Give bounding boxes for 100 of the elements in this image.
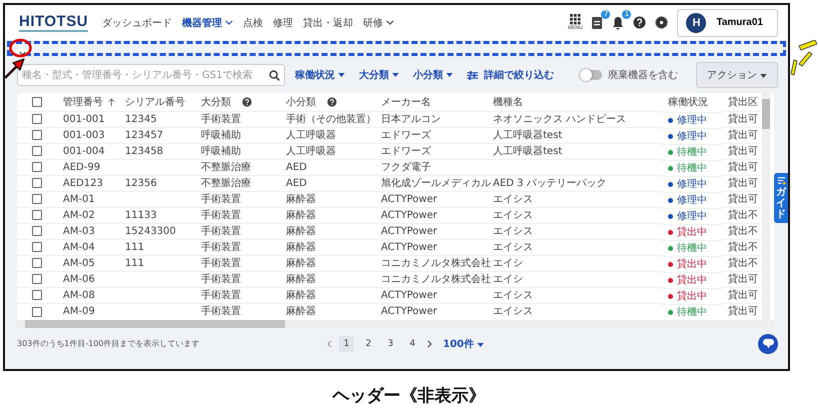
bell-icon[interactable] <box>612 16 624 30</box>
row-checkbox[interactable] <box>32 178 42 188</box>
row-checkbox[interactable] <box>32 146 42 156</box>
document-icon[interactable] <box>591 16 604 30</box>
status-text: 修理中 <box>677 194 707 206</box>
table-cell: 貸出可 <box>728 178 758 189</box>
table-cell: エイシス <box>493 242 533 253</box>
table-cell: 貸出可 <box>728 162 758 173</box>
next-page-icon[interactable] <box>427 340 432 348</box>
row-checkbox[interactable] <box>32 130 42 140</box>
page-size-dropdown[interactable]: 100件 <box>439 336 484 350</box>
table-cell: 手術装置 <box>201 306 241 318</box>
filter-dropdown[interactable]: 稼働状況 <box>291 68 349 82</box>
table-cell: 111 <box>125 258 144 269</box>
table-cell: 貸出可 <box>728 274 758 285</box>
caret-icon <box>392 73 399 77</box>
table-cell: ACTYPower <box>381 290 438 301</box>
row-checkbox[interactable] <box>32 274 42 284</box>
table-cell: AM-09 <box>63 306 95 318</box>
table-cell: AED <box>286 178 307 189</box>
table-cell: 手術（その他装置） <box>286 114 376 125</box>
table-cell: 111 <box>125 242 144 253</box>
table-cell: 手術装置 <box>201 274 241 285</box>
filter-dropdown[interactable]: 大分類 <box>355 68 403 82</box>
column-header[interactable]: 小分類 <box>286 95 316 109</box>
search-field[interactable]: 種名・型式・管理番号・シリアル番号・GS1で検索 <box>17 64 285 86</box>
row-checkbox[interactable] <box>32 290 42 300</box>
chat-button[interactable] <box>758 334 778 354</box>
table-cell: エイシス <box>493 194 533 205</box>
page-button[interactable]: 3 <box>383 336 398 352</box>
table-cell: 人工呼吸器 <box>286 130 336 141</box>
filter-dropdown[interactable]: 小分類 <box>409 68 457 82</box>
table-cell: 人工呼吸器 <box>286 146 336 157</box>
table-cell: エイシス <box>493 306 533 318</box>
table-cell: 貸出不 <box>728 258 758 269</box>
column-header[interactable]: 貸出区 <box>728 95 758 109</box>
table-cell: ACTYPower <box>381 242 438 253</box>
table-cell: フクダ電子 <box>381 162 431 173</box>
row-checkbox[interactable] <box>32 194 42 204</box>
row-checkbox[interactable] <box>32 226 42 236</box>
page-button[interactable]: 4 <box>405 336 420 352</box>
nav-item[interactable]: 貸出・返却 <box>303 16 354 30</box>
action-dropdown[interactable]: アクション <box>696 62 778 88</box>
column-header[interactable]: 稼働状況 <box>668 95 708 110</box>
help-icon[interactable] <box>242 97 252 107</box>
sort-arrow-icon[interactable] <box>108 98 115 106</box>
nav-item[interactable]: 修理 <box>273 16 294 30</box>
result-summary: 303件のうち1件目-100件目までを表示しています <box>17 338 201 349</box>
table-cell: 日本アルコン <box>381 114 441 125</box>
previous-page-icon[interactable] <box>327 340 332 348</box>
status-text: 修理中 <box>677 114 707 126</box>
caret-icon <box>760 74 767 78</box>
nav-item[interactable]: ダッシュボード <box>102 16 172 30</box>
table-cell: 123457 <box>125 130 164 141</box>
caret-icon <box>477 342 484 346</box>
table-cell: 手術装置 <box>201 226 241 237</box>
row-checkbox[interactable] <box>32 162 42 172</box>
settings-icon[interactable] <box>655 16 668 29</box>
nav-item[interactable]: 点検 <box>243 16 264 30</box>
table-cell: AM-05 <box>63 258 95 269</box>
table-cell: 呼吸補助 <box>201 130 241 141</box>
table-cell: エイシ <box>493 274 523 285</box>
status-text: 貸出中 <box>677 226 707 238</box>
page-button[interactable]: 2 <box>361 336 376 352</box>
nav-item[interactable]: 研修 <box>363 16 394 30</box>
row-checkbox[interactable] <box>32 210 42 220</box>
table-cell: 11133 <box>125 210 157 221</box>
select-all-checkbox[interactable] <box>32 96 42 107</box>
status-text: 待機中 <box>677 242 707 254</box>
row-checkbox[interactable] <box>32 114 42 124</box>
row-checkbox[interactable] <box>32 242 42 252</box>
column-header[interactable]: 機種名 <box>493 95 523 109</box>
vertical-scrollbar[interactable] <box>762 93 770 320</box>
status-text: 貸出中 <box>677 290 707 302</box>
table-cell: AED123 <box>63 178 103 189</box>
column-header[interactable]: 大分類 <box>201 95 231 109</box>
column-header[interactable]: 管理番号 <box>63 95 103 109</box>
table-cell: 貸出可 <box>728 306 758 318</box>
horizontal-scrollbar[interactable] <box>17 320 774 328</box>
table-cell: 不整脈治療 <box>201 178 251 189</box>
help-icon[interactable] <box>327 97 337 107</box>
table-cell: 麻酔器 <box>286 242 316 253</box>
column-header[interactable]: シリアル番号 <box>125 95 185 109</box>
page-button[interactable]: 1 <box>339 336 354 352</box>
row-checkbox[interactable] <box>32 306 42 317</box>
table-cell: 貸出不 <box>728 226 758 237</box>
table-cell: 人工呼吸器test <box>493 146 562 157</box>
table-cell: 貸出不 <box>728 210 758 221</box>
table-cell: エイシス <box>493 290 533 301</box>
advanced-filter-button[interactable]: 詳細で絞り込む <box>463 68 558 82</box>
grid-icon <box>570 14 581 25</box>
help-icon[interactable] <box>633 16 646 29</box>
toggle-switch[interactable] <box>580 70 602 80</box>
column-header[interactable]: メーカー名 <box>381 95 431 109</box>
user-menu-button[interactable]: H Tamura01 <box>677 8 778 36</box>
guide-tab[interactable]: ガイド <box>774 173 788 223</box>
row-checkbox[interactable] <box>32 258 42 268</box>
status-text: 待機中 <box>677 306 707 318</box>
table-cell: ACTYPower <box>381 306 438 318</box>
nav-item[interactable]: 機器管理 <box>182 16 234 30</box>
